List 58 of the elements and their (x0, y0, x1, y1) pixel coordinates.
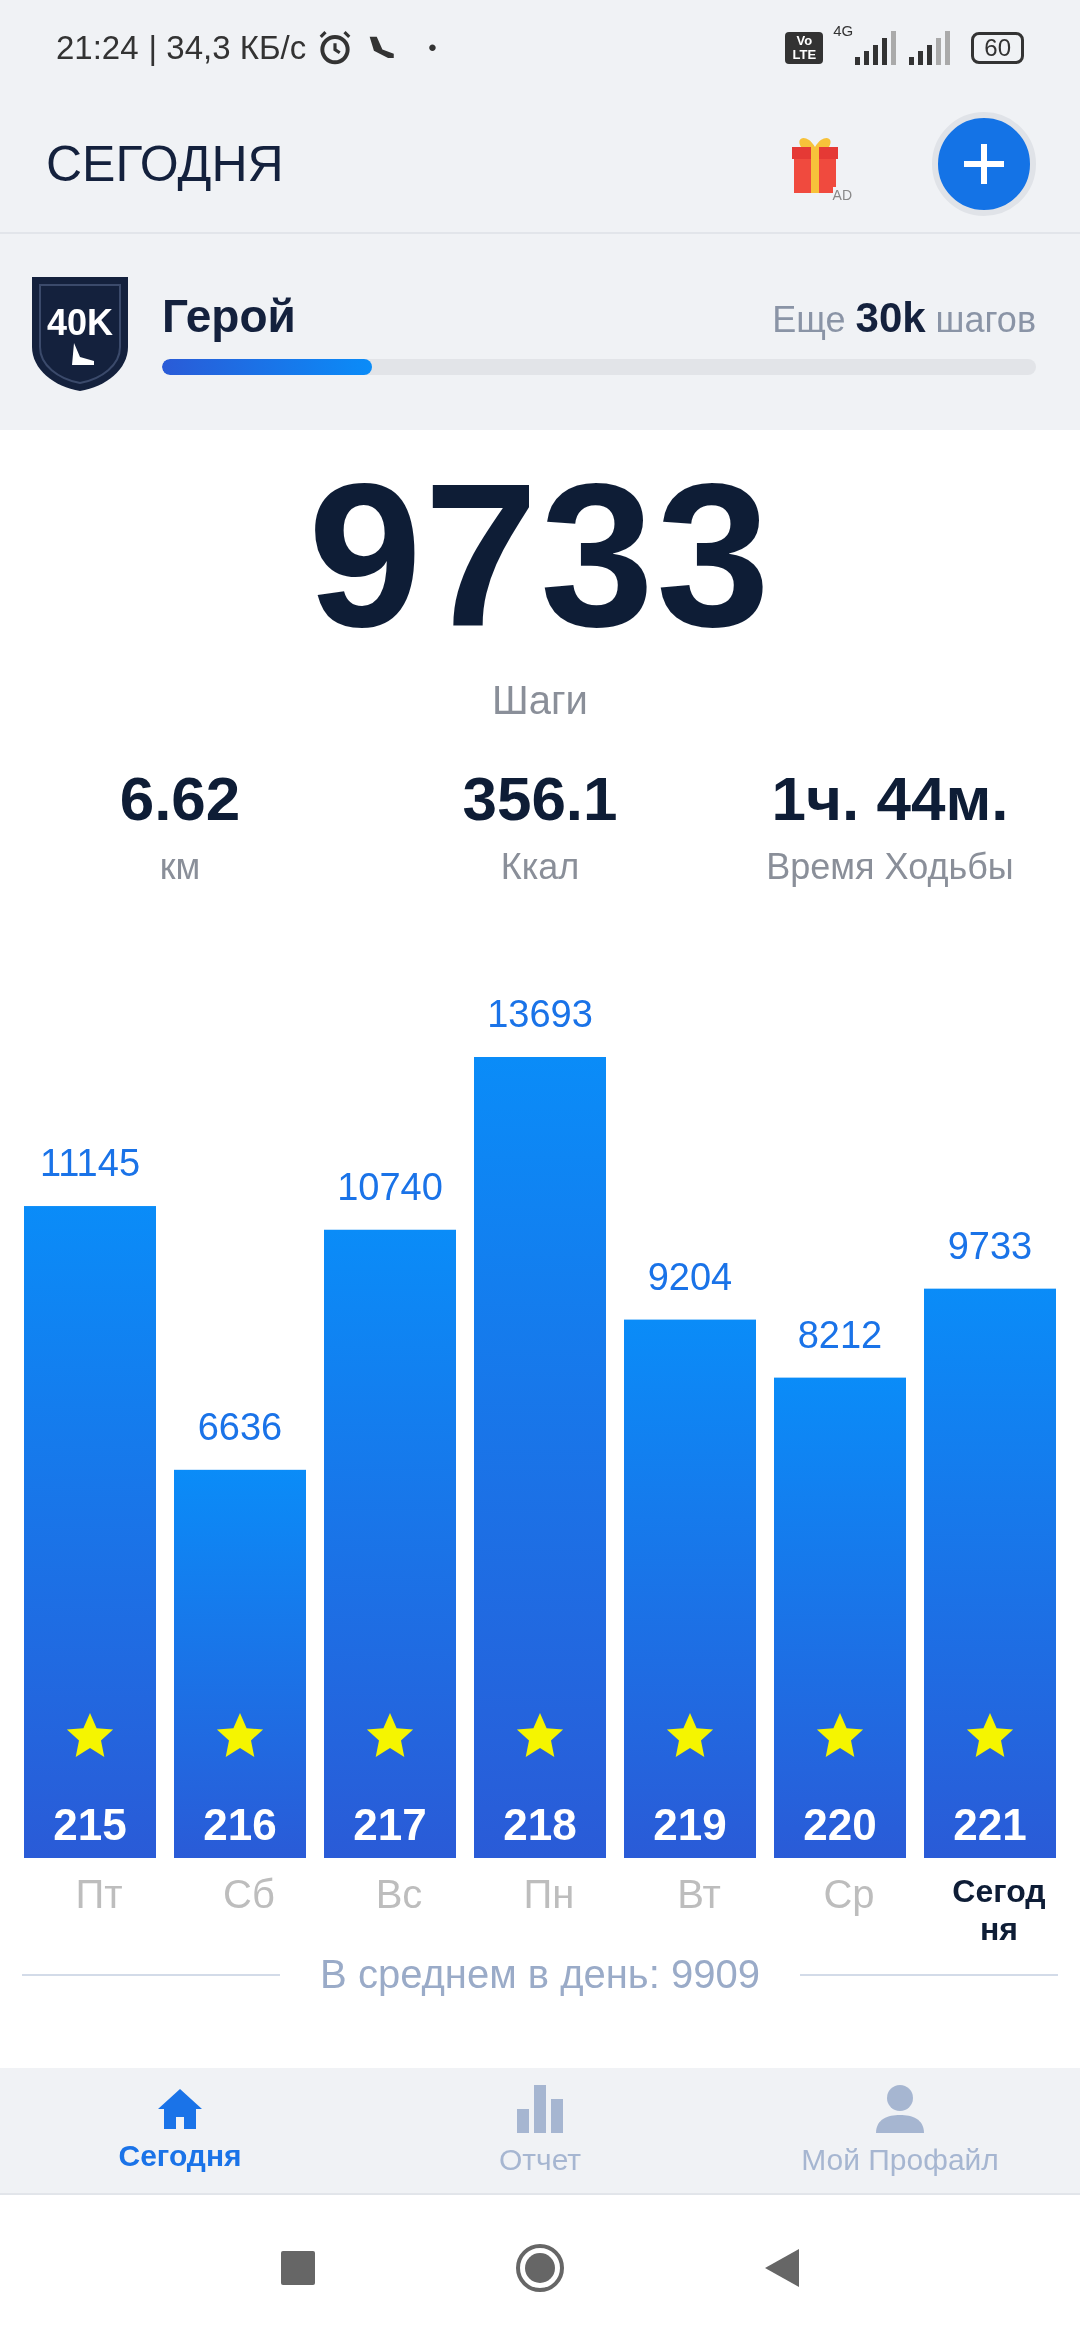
star-icon (666, 1712, 714, 1757)
goal-remaining: Еще 30k шагов (772, 294, 1036, 342)
volte-icon: Vo LTE (785, 31, 824, 64)
day-label: Пт (74, 1872, 124, 1918)
bar-value: 9733 (947, 1224, 1033, 1267)
stat-value: 356.1 (462, 763, 618, 834)
badge-label: 40K (45, 302, 114, 344)
home-icon (158, 2088, 202, 2129)
recents-icon[interactable] (281, 2250, 315, 2285)
stat-label: км (159, 846, 201, 888)
day-label: Пн (522, 1872, 576, 1918)
streak-count: 216 (203, 1800, 277, 1849)
streak-count: 219 (653, 1800, 727, 1849)
bar-value: 11145 (40, 1142, 140, 1185)
back-icon[interactable] (765, 2248, 799, 2287)
bar-value: 10740 (337, 1165, 443, 1208)
streak-count: 215 (53, 1800, 127, 1849)
person-icon (876, 2084, 924, 2133)
star-icon (966, 1712, 1014, 1757)
bar-value: 9204 (647, 1255, 733, 1298)
status-time: 21:24 (56, 28, 139, 67)
star-icon (66, 1712, 114, 1757)
battery-icon: 60 (971, 31, 1024, 64)
network-speed: | 34,3 КБ/с (148, 28, 307, 67)
stat-label: Время Ходьбы (766, 846, 1014, 888)
step-label: Шаги (492, 678, 588, 723)
streak-count: 218 (503, 1800, 577, 1849)
plus-icon (962, 141, 1006, 186)
notification-dot: • (428, 33, 437, 62)
nav-tab[interactable]: Мой Профайл (720, 2068, 1080, 2193)
bar-chart-icon (517, 2084, 563, 2133)
star-icon (516, 1712, 564, 1757)
day-label: Вс (374, 1872, 424, 1918)
stat-label: Ккал (500, 846, 580, 888)
streak-count: 217 (353, 1800, 427, 1849)
stat-value: 6.62 (119, 763, 241, 834)
bar-value: 8212 (797, 1313, 883, 1356)
streak-count: 221 (953, 1800, 1027, 1849)
nav-tab[interactable]: Отчет (360, 2068, 720, 2193)
day-label: Сб (222, 1872, 276, 1918)
star-icon (366, 1712, 414, 1757)
star-icon (816, 1712, 864, 1757)
network-type: 4G (833, 22, 854, 39)
page-title: СЕГОДНЯ (46, 134, 285, 193)
day-label: Вт (676, 1872, 722, 1918)
home-circle-icon[interactable] (515, 2242, 565, 2293)
day-label: Ср (822, 1872, 876, 1918)
bar-value: 13693 (487, 993, 593, 1035)
step-count: 9733 (307, 440, 772, 670)
nav-tab[interactable]: Сегодня (0, 2068, 360, 2193)
stat-value: 1ч. 44м. (771, 763, 1009, 834)
ad-label: AD (832, 186, 852, 203)
star-icon (216, 1712, 264, 1757)
streak-count: 220 (803, 1800, 877, 1849)
day-label: Сегодня (951, 1872, 1047, 1949)
goal-name: Герой (162, 289, 296, 343)
bar-value: 6636 (197, 1405, 283, 1448)
daily-average: В среднем в день: 9909 (320, 1952, 760, 1997)
